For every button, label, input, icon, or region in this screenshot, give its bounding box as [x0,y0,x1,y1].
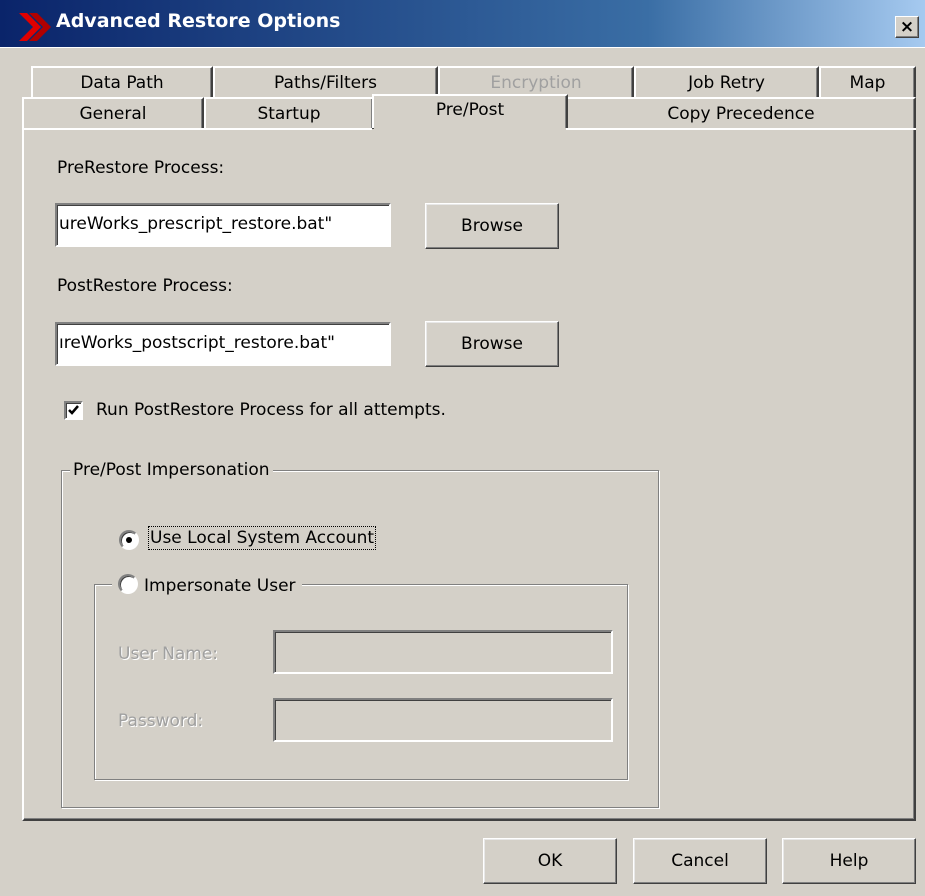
tab-map[interactable]: Map [819,66,916,98]
tab-label: Copy Precedence [667,104,815,124]
panel-edge [566,128,916,130]
impersonate-radio[interactable] [118,574,138,594]
run-post-all-checkbox[interactable] [64,401,83,420]
prerestore-input[interactable]: ureWorks_prescript_restore.bat" [55,203,391,247]
checkmark-icon [68,405,79,415]
postrestore-browse-button[interactable]: Browse [425,321,559,367]
use-local-label[interactable]: Use Local System Account [147,526,377,550]
tab-label: Data Path [80,73,164,93]
tab-label: General [79,104,147,124]
panel-edge [22,128,372,130]
tab-job-retry[interactable]: Job Retry [634,66,819,98]
help-button[interactable]: Help [782,838,916,884]
radio-dot-icon [126,537,132,543]
impersonation-legend: Pre/Post Impersonation [70,460,273,480]
tab-label: Map [849,73,886,93]
use-local-radio[interactable] [119,530,139,550]
close-icon[interactable]: × [895,16,919,38]
window-title: Advanced Restore Options [56,10,341,32]
postrestore-label: PostRestore Process: [57,276,233,296]
postrestore-input[interactable]: ıreWorks_postscript_restore.bat" [55,322,391,366]
title-bar: Advanced Restore Options × [0,0,925,48]
username-input [273,630,613,674]
tab-general[interactable]: General [22,97,204,129]
impersonate-user-legend: Impersonate User [112,574,302,596]
impersonate-user-groupbox [94,584,628,780]
app-logo-icon [19,13,51,41]
prerestore-browse-button[interactable]: Browse [425,203,559,249]
impersonate-label[interactable]: Impersonate User [144,576,296,596]
ok-button[interactable]: OK [483,838,617,884]
tab-label: Pre/Post [435,100,505,120]
tab-label: Job Retry [688,73,765,93]
password-input [273,698,613,742]
tab-label: Startup [257,104,321,124]
prerestore-label: PreRestore Process: [57,158,225,178]
run-post-all-label[interactable]: Run PostRestore Process for all attempts… [96,400,446,420]
tab-pre-post[interactable]: Pre/Post [372,94,568,128]
username-label: User Name: [118,644,219,664]
tab-data-path[interactable]: Data Path [31,66,213,98]
tab-label: Encryption [490,73,582,93]
password-label: Password: [118,711,204,731]
cancel-button[interactable]: Cancel [633,838,767,884]
tab-copy-precedence[interactable]: Copy Precedence [566,97,916,129]
tab-startup[interactable]: Startup [204,97,374,129]
tab-label: Paths/Filters [274,73,377,93]
